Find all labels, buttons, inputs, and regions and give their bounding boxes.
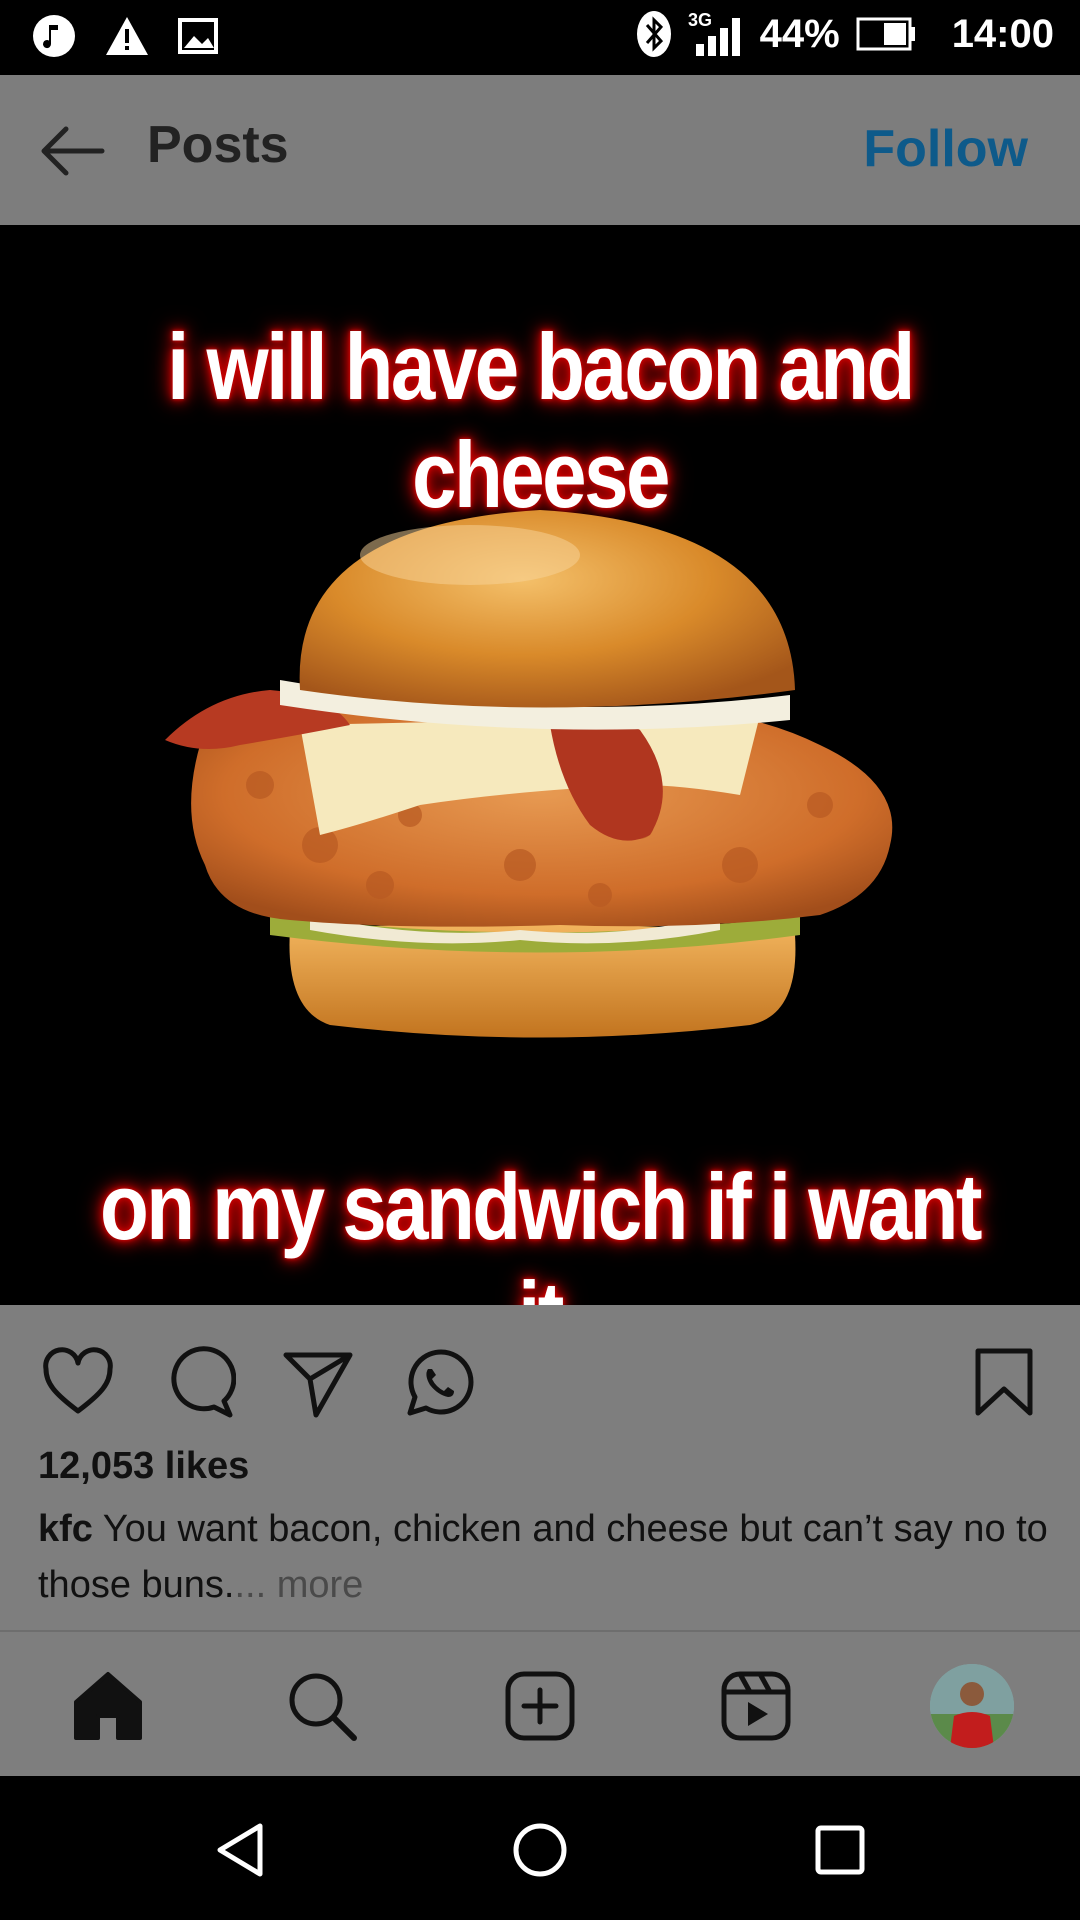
warning-icon xyxy=(104,15,150,57)
home-circle-icon[interactable] xyxy=(510,1820,570,1880)
back-icon[interactable] xyxy=(210,1820,270,1880)
bookmark-icon[interactable] xyxy=(966,1345,1042,1421)
post-actions: 12,053 likes kfc You want bacon, chicken… xyxy=(0,1305,1080,1630)
add-post-icon[interactable] xyxy=(502,1668,578,1744)
more-link[interactable]: ... more xyxy=(234,1564,363,1606)
status-bar: 3G 44% 14:00 xyxy=(0,0,1080,75)
sandwich-illustration xyxy=(165,510,893,1038)
likes-count[interactable]: 12,053 likes xyxy=(38,1445,249,1488)
network-label: 3G xyxy=(688,10,712,30)
home-icon[interactable] xyxy=(70,1668,146,1744)
page-title: Posts xyxy=(147,116,289,174)
signal-icon: 3G xyxy=(688,10,744,58)
profile-avatar[interactable] xyxy=(930,1664,1014,1748)
system-nav-bar xyxy=(0,1776,1080,1920)
heart-icon[interactable] xyxy=(40,1345,116,1421)
clock: 14:00 xyxy=(951,11,1054,56)
reels-icon[interactable] xyxy=(718,1668,794,1744)
post-image[interactable]: i will have bacon and cheese on my sandw… xyxy=(0,225,1080,1305)
share-icon[interactable] xyxy=(280,1345,356,1421)
whatsapp-icon[interactable] xyxy=(400,1345,476,1421)
bottom-nav xyxy=(0,1630,1080,1776)
search-icon[interactable] xyxy=(284,1668,360,1744)
caption-username[interactable]: kfc xyxy=(38,1508,93,1550)
app-header: Posts Follow xyxy=(0,75,1080,225)
caption-text: You want bacon, chicken and cheese but c… xyxy=(38,1508,1048,1606)
meme-bottom-text: on my sandwich if i want it xyxy=(100,1154,983,1305)
image-icon xyxy=(178,18,218,54)
battery-percent: 44% xyxy=(759,11,840,56)
comment-icon[interactable] xyxy=(160,1345,237,1421)
bluetooth-icon xyxy=(636,10,672,58)
back-arrow-icon[interactable] xyxy=(36,115,108,187)
battery-icon xyxy=(856,17,916,51)
music-note-icon xyxy=(32,14,76,58)
recents-icon[interactable] xyxy=(810,1820,870,1880)
post-caption: kfc You want bacon, chicken and cheese b… xyxy=(38,1501,1048,1613)
follow-button[interactable]: Follow xyxy=(863,119,1028,179)
